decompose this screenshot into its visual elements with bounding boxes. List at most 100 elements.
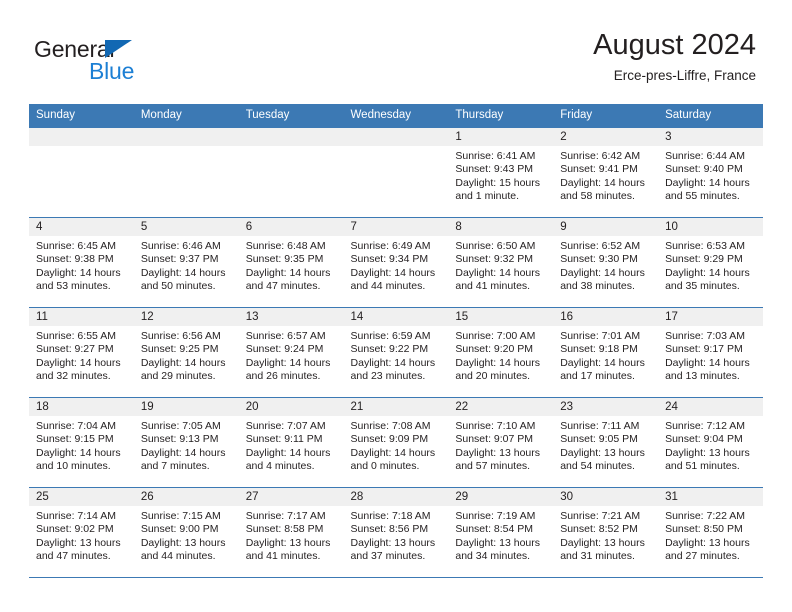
sunrise-time: Sunrise: 7:10 AM xyxy=(455,420,536,432)
calendar-cell-day[interactable]: 16 Sunrise: 7:01 AM Sunset: 9:18 PM Dayligh… xyxy=(553,307,659,398)
sunrise-time: Sunrise: 7:18 AM xyxy=(350,510,431,522)
calendar-cell-day[interactable]: 5 Sunrise: 6:46 AM Sunset: 9:37 PM Daylight… xyxy=(133,217,239,308)
calendar-cell-day[interactable]: 6 Sunrise: 6:48 AM Sunset: 9:35 PM Daylight… xyxy=(238,217,344,308)
calendar-header-row: Sunday Monday Tuesday Wednesday Thursday… xyxy=(29,104,763,128)
sunset-time: Sunset: 9:00 PM xyxy=(140,523,219,536)
calendar-cell-empty xyxy=(238,127,344,218)
day-details: Sunrise: 7:17 AM Sunset: 8:58 PM Daylight:… xyxy=(239,506,344,564)
sunset-time: Sunset: 9:20 PM xyxy=(455,343,534,356)
day-number: 13 xyxy=(238,308,344,326)
calendar-cell-day[interactable]: 10 Sunrise: 6:53 AM Sunset: 9:29 PM Dayligh… xyxy=(658,217,763,308)
day-number: 11 xyxy=(29,308,134,326)
calendar-cell-day[interactable]: 30 Sunrise: 7:21 AM Sunset: 8:52 PM Dayligh… xyxy=(553,487,659,577)
daylight-duration-line1: Daylight: 14 hours xyxy=(245,356,331,369)
sunrise-time: Sunrise: 7:15 AM xyxy=(140,510,221,522)
calendar-cell-day[interactable]: 23 Sunrise: 7:11 AM Sunset: 9:05 PM Dayligh… xyxy=(553,397,659,488)
calendar-cell-day[interactable]: 26 Sunrise: 7:15 AM Sunset: 9:00 PM Dayligh… xyxy=(133,487,239,577)
calendar-cell-day[interactable]: 22 Sunrise: 7:10 AM Sunset: 9:07 PM Dayligh… xyxy=(448,397,554,488)
calendar-cell-day[interactable]: 3 Sunrise: 6:44 AM Sunset: 9:40 PM Daylight… xyxy=(658,127,763,218)
day-cell: 10 Sunrise: 6:53 AM Sunset: 9:29 PM Dayligh… xyxy=(658,218,763,307)
sunrise-time: Sunrise: 7:22 AM xyxy=(665,510,746,522)
day-number: 18 xyxy=(29,398,134,416)
daylight-duration-line2: and 27 minutes. xyxy=(665,550,740,563)
sunrise-time: Sunrise: 6:45 AM xyxy=(36,240,116,252)
day-details: Sunrise: 7:03 AM Sunset: 9:17 PM Daylight:… xyxy=(658,326,763,384)
calendar-bottom-rule xyxy=(29,577,763,578)
day-number: 9 xyxy=(553,218,659,236)
daylight-duration-line1: Daylight: 14 hours xyxy=(665,356,750,369)
page-header: General Blue August 2024 Erce-pres-Liffr… xyxy=(0,0,792,104)
sunset-time: Sunset: 9:35 PM xyxy=(245,253,324,266)
calendar-cell-day[interactable]: 13 Sunrise: 6:57 AM Sunset: 9:24 PM Dayligh… xyxy=(238,307,344,398)
calendar-cell-day[interactable]: 11 Sunrise: 6:55 AM Sunset: 9:27 PM Dayligh… xyxy=(29,307,134,398)
calendar-cell-day[interactable]: 19 Sunrise: 7:05 AM Sunset: 9:13 PM Dayligh… xyxy=(133,397,239,488)
day-number: 22 xyxy=(448,398,554,416)
daylight-duration-line2: and 54 minutes. xyxy=(560,460,635,473)
sunset-time: Sunset: 8:56 PM xyxy=(350,523,429,536)
day-number xyxy=(29,128,134,146)
calendar-cell-day[interactable]: 2 Sunrise: 6:42 AM Sunset: 9:41 PM Daylight… xyxy=(553,127,659,218)
day-cell: 6 Sunrise: 6:48 AM Sunset: 9:35 PM Daylight… xyxy=(238,218,344,307)
sunset-time: Sunset: 9:05 PM xyxy=(560,433,638,446)
day-details: Sunrise: 7:18 AM Sunset: 8:56 PM Daylight:… xyxy=(344,506,449,564)
day-number xyxy=(238,128,344,146)
day-details: Sunrise: 6:41 AM Sunset: 9:43 PM Daylight:… xyxy=(448,146,553,204)
calendar-cell-day[interactable]: 28 Sunrise: 7:18 AM Sunset: 8:56 PM Dayligh… xyxy=(343,487,449,577)
generalblue-logo[interactable]: General Blue xyxy=(34,36,214,84)
calendar-cell-day[interactable]: 25 Sunrise: 7:14 AM Sunset: 9:02 PM Dayligh… xyxy=(29,487,134,577)
sunrise-time: Sunrise: 6:57 AM xyxy=(245,330,326,342)
logo-triangle-icon xyxy=(105,40,132,58)
day-details: Sunrise: 7:01 AM Sunset: 9:18 PM Daylight:… xyxy=(553,326,658,384)
calendar-cell-day[interactable]: 21 Sunrise: 7:08 AM Sunset: 9:09 PM Dayligh… xyxy=(343,397,449,488)
daylight-duration-line2: and 0 minutes. xyxy=(350,460,420,473)
day-number: 4 xyxy=(29,218,134,236)
daylight-duration-line1: Daylight: 14 hours xyxy=(140,266,226,279)
daylight-duration-line2: and 1 minute. xyxy=(455,190,520,203)
calendar-cell-day[interactable]: 8 Sunrise: 6:50 AM Sunset: 9:32 PM Daylight… xyxy=(448,217,554,308)
weekday-header-sunday: Sunday xyxy=(29,104,134,128)
page-title: August 2024 xyxy=(593,29,756,61)
sunset-time: Sunset: 9:29 PM xyxy=(665,253,743,266)
daylight-duration-line2: and 44 minutes. xyxy=(350,280,426,293)
day-details: Sunrise: 7:07 AM Sunset: 9:11 PM Daylight:… xyxy=(239,416,344,474)
sunset-time: Sunset: 9:40 PM xyxy=(665,163,743,176)
daylight-duration-line2: and 47 minutes. xyxy=(245,280,321,293)
calendar-cell-empty xyxy=(29,127,134,218)
daylight-duration-line1: Daylight: 14 hours xyxy=(36,446,121,459)
day-cell xyxy=(343,128,449,217)
sunset-time: Sunset: 9:18 PM xyxy=(560,343,638,356)
day-number: 15 xyxy=(448,308,554,326)
day-details: Sunrise: 7:22 AM Sunset: 8:50 PM Daylight:… xyxy=(658,506,763,564)
calendar-cell-day[interactable]: 20 Sunrise: 7:07 AM Sunset: 9:11 PM Dayligh… xyxy=(238,397,344,488)
sunset-time: Sunset: 9:22 PM xyxy=(350,343,429,356)
calendar-cell-day[interactable]: 4 Sunrise: 6:45 AM Sunset: 9:38 PM Daylight… xyxy=(29,217,134,308)
day-cell: 25 Sunrise: 7:14 AM Sunset: 9:02 PM Dayligh… xyxy=(29,488,134,577)
calendar-cell-day[interactable]: 31 Sunrise: 7:22 AM Sunset: 8:50 PM Dayligh… xyxy=(658,487,763,577)
day-number: 20 xyxy=(238,398,344,416)
day-cell: 5 Sunrise: 6:46 AM Sunset: 9:37 PM Daylight… xyxy=(133,218,239,307)
calendar-cell-day[interactable]: 12 Sunrise: 6:56 AM Sunset: 9:25 PM Dayligh… xyxy=(133,307,239,398)
daylight-duration-line1: Daylight: 13 hours xyxy=(665,446,750,459)
day-details: Sunrise: 6:48 AM Sunset: 9:35 PM Daylight:… xyxy=(239,236,344,294)
sunset-time: Sunset: 9:13 PM xyxy=(140,433,219,446)
sunset-time: Sunset: 9:41 PM xyxy=(560,163,638,176)
day-details: Sunrise: 7:05 AM Sunset: 9:13 PM Daylight:… xyxy=(134,416,239,474)
calendar-week-row: 18 Sunrise: 7:04 AM Sunset: 9:15 PM Dayligh… xyxy=(29,397,763,488)
calendar-cell-day[interactable]: 14 Sunrise: 6:59 AM Sunset: 9:22 PM Dayligh… xyxy=(343,307,449,398)
calendar-cell-day[interactable]: 27 Sunrise: 7:17 AM Sunset: 8:58 PM Dayligh… xyxy=(238,487,344,577)
calendar-cell-day[interactable]: 17 Sunrise: 7:03 AM Sunset: 9:17 PM Dayligh… xyxy=(658,307,763,398)
daylight-duration-line1: Daylight: 13 hours xyxy=(36,536,121,549)
calendar-cell-day[interactable]: 15 Sunrise: 7:00 AM Sunset: 9:20 PM Dayligh… xyxy=(448,307,554,398)
daylight-duration-line2: and 26 minutes. xyxy=(245,370,321,383)
calendar-cell-day[interactable]: 9 Sunrise: 6:52 AM Sunset: 9:30 PM Daylight… xyxy=(553,217,659,308)
sunset-time: Sunset: 9:24 PM xyxy=(245,343,324,356)
calendar-cell-day[interactable]: 1 Sunrise: 6:41 AM Sunset: 9:43 PM Daylight… xyxy=(448,127,554,218)
day-cell: 14 Sunrise: 6:59 AM Sunset: 9:22 PM Dayligh… xyxy=(343,308,449,397)
day-cell: 27 Sunrise: 7:17 AM Sunset: 8:58 PM Dayligh… xyxy=(238,488,344,577)
calendar-cell-day[interactable]: 29 Sunrise: 7:19 AM Sunset: 8:54 PM Dayligh… xyxy=(448,487,554,577)
calendar-cell-day[interactable]: 24 Sunrise: 7:12 AM Sunset: 9:04 PM Dayligh… xyxy=(658,397,763,488)
day-number: 14 xyxy=(343,308,449,326)
calendar-cell-day[interactable]: 18 Sunrise: 7:04 AM Sunset: 9:15 PM Dayligh… xyxy=(29,397,134,488)
day-details: Sunrise: 6:44 AM Sunset: 9:40 PM Daylight:… xyxy=(658,146,763,204)
calendar-cell-day[interactable]: 7 Sunrise: 6:49 AM Sunset: 9:34 PM Daylight… xyxy=(343,217,449,308)
